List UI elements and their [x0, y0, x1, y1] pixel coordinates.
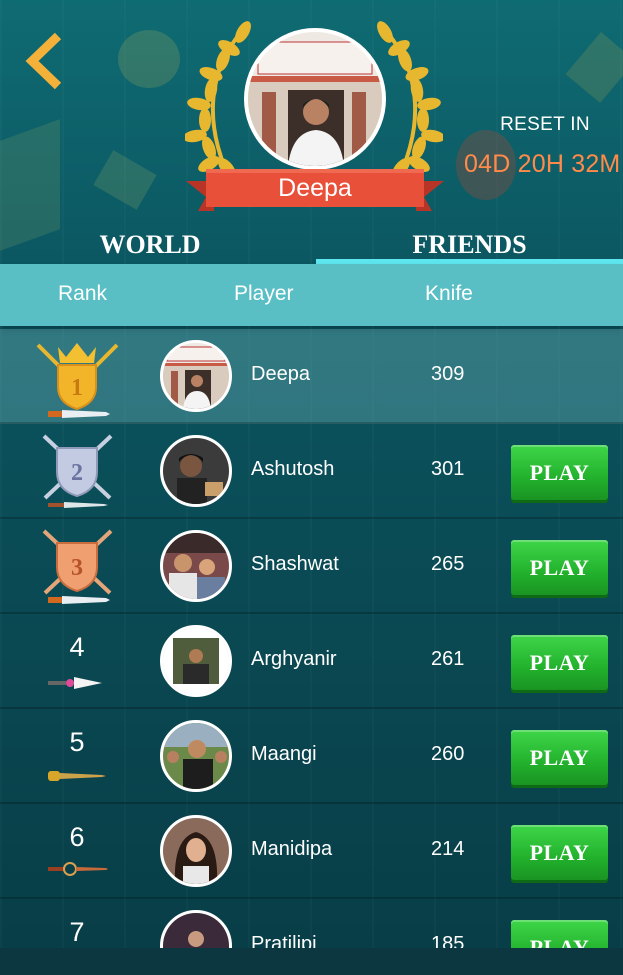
- player-avatar: [160, 530, 232, 602]
- svg-text:2: 2: [71, 460, 83, 486]
- background-decoration: [565, 31, 623, 104]
- leaderboard-list: 1 Deepa 309 2 Ashutosh 301 PLAY 3 Shashw…: [0, 329, 623, 949]
- current-player-name: Deepa: [278, 174, 352, 202]
- knife-icon: [48, 862, 108, 876]
- svg-text:3: 3: [71, 555, 83, 581]
- knife-score: 309: [431, 363, 465, 385]
- player-avatar: [160, 815, 232, 887]
- column-header: Rank Player Knife: [0, 264, 623, 326]
- knife-score: 214: [431, 838, 465, 860]
- leaderboard-row: 2 Ashutosh 301 PLAY: [0, 424, 623, 519]
- back-arrow-icon[interactable]: [22, 32, 66, 90]
- knife-icon: [48, 771, 106, 781]
- svg-text:1: 1: [71, 375, 83, 401]
- player-name: Deepa: [251, 363, 310, 385]
- play-button[interactable]: PLAY: [511, 540, 608, 595]
- tab-world[interactable]: WORLD: [0, 228, 300, 262]
- knife-score: 185: [431, 933, 465, 949]
- background-decoration: [93, 150, 157, 210]
- knife-score: 261: [431, 648, 465, 670]
- column-knife: Knife: [425, 282, 473, 305]
- player-avatar: [160, 910, 232, 949]
- reset-label: RESET IN: [500, 114, 590, 135]
- leaderboard-row: 6 Manidipa 214 PLAY: [0, 804, 623, 899]
- player-name: Ashutosh: [251, 458, 335, 480]
- play-button[interactable]: PLAY: [511, 825, 608, 880]
- rank-number: 4: [69, 632, 85, 662]
- leaderboard-row: 5 Maangi 260 PLAY: [0, 709, 623, 804]
- knife-icon: [48, 596, 110, 604]
- knife-score: 260: [431, 743, 465, 765]
- player-name: Manidipa: [251, 838, 333, 860]
- background-decoration: [118, 30, 180, 88]
- player-avatar: [160, 340, 232, 412]
- leaderboard-row: 3 Shashwat 265 PLAY: [0, 519, 623, 614]
- player-name: Pratilipi: [251, 933, 317, 949]
- column-rank: Rank: [58, 282, 108, 305]
- knife-score: 301: [431, 458, 465, 480]
- play-button[interactable]: PLAY: [511, 730, 608, 785]
- play-button[interactable]: PLAY: [511, 635, 608, 690]
- current-player-avatar: [244, 28, 386, 170]
- player-name: Maangi: [251, 743, 317, 765]
- play-button[interactable]: PLAY: [511, 920, 608, 949]
- player-name: Shashwat: [251, 553, 339, 575]
- bottom-bar: [0, 948, 623, 975]
- knife-icon: [48, 502, 108, 508]
- rank-number: 6: [69, 822, 85, 852]
- tab-friends[interactable]: FRIENDS: [316, 228, 623, 262]
- rank-number: 5: [69, 727, 85, 757]
- leaderboard-row: 4 Arghyanir 261 PLAY: [0, 614, 623, 709]
- reset-countdown: 04D 20H 32M: [464, 150, 621, 178]
- knife-icon: [48, 677, 102, 689]
- player-name: Arghyanir: [251, 648, 337, 670]
- player-avatar: [160, 720, 232, 792]
- leaderboard-row: 1 Deepa 309: [0, 329, 623, 424]
- leaderboard-screen: Deepa RESET IN 04D 20H 32M WORLD FRIENDS…: [0, 0, 623, 975]
- knife-icon: [48, 410, 110, 418]
- player-avatar: [160, 435, 232, 507]
- knife-score: 265: [431, 553, 465, 575]
- rank-number: 7: [69, 917, 85, 947]
- column-player: Player: [234, 282, 294, 305]
- play-button[interactable]: PLAY: [511, 445, 608, 500]
- player-avatar: [160, 625, 232, 697]
- leaderboard-row: 7 Pratilipi 185 PLAY: [0, 899, 623, 949]
